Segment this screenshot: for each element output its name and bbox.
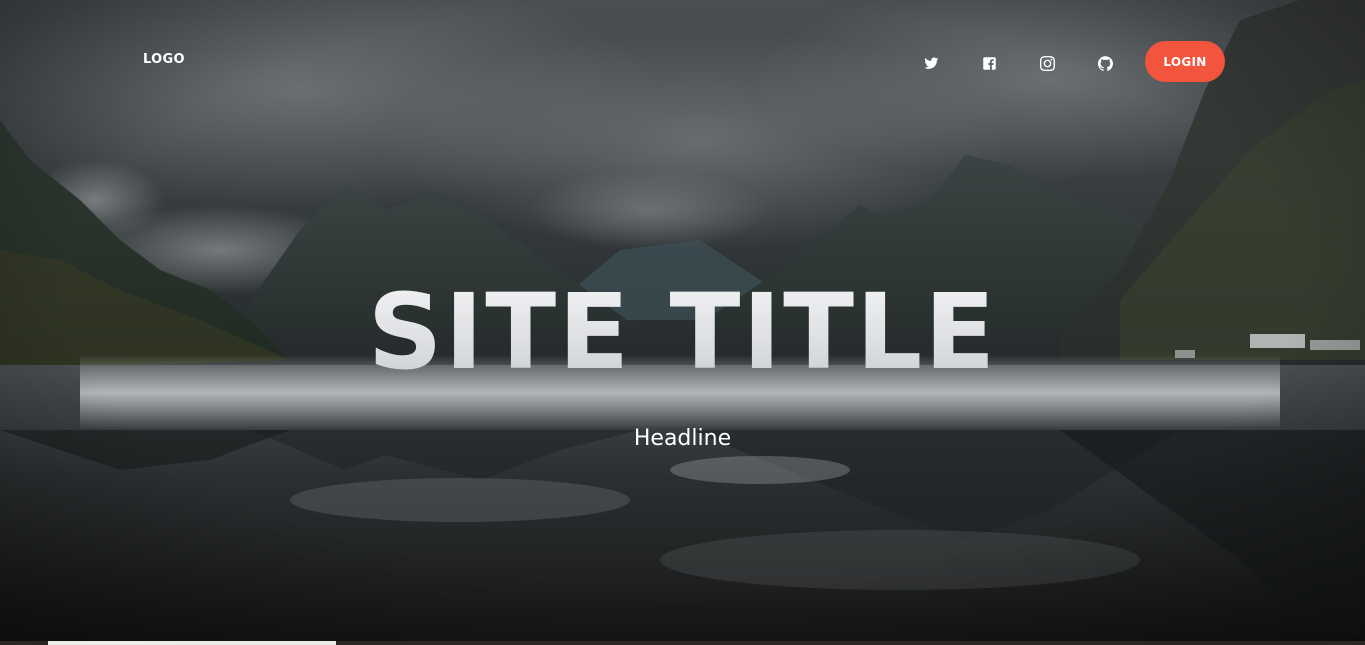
- site-title: SITE TITLE: [0, 272, 1365, 392]
- twitter-icon[interactable]: [918, 50, 944, 76]
- hero-section: LOGO LOGIN SITE TITLE Headline: [0, 0, 1365, 645]
- hero-headline: Headline: [633, 426, 732, 451]
- facebook-icon[interactable]: [976, 50, 1002, 76]
- instagram-icon[interactable]: [1034, 50, 1060, 76]
- social-links: [918, 50, 1150, 76]
- github-icon[interactable]: [1092, 50, 1118, 76]
- scroll-indicator: [48, 641, 336, 645]
- login-button[interactable]: LOGIN: [1145, 41, 1225, 82]
- site-logo[interactable]: LOGO: [143, 52, 185, 67]
